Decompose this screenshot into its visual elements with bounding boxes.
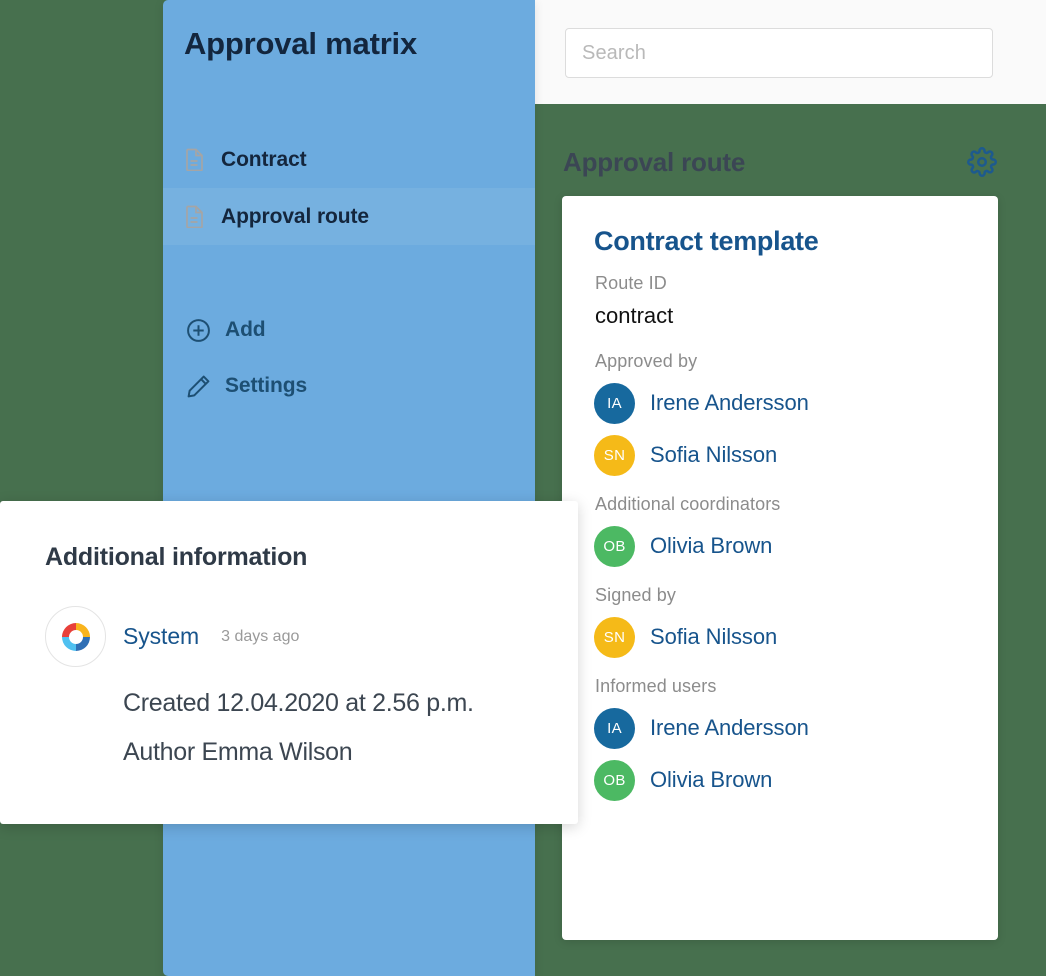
system-logo-icon	[45, 606, 106, 667]
sidebar-item-label: Contract	[221, 147, 307, 171]
info-line-author: Author Emma Wilson	[123, 738, 353, 766]
approval-route-card: Contract template Route ID contract Appr…	[562, 196, 998, 940]
timestamp: 3 days ago	[221, 627, 300, 645]
route-id-value: contract	[595, 303, 674, 328]
avatar: IA	[594, 707, 635, 749]
person-name: Olivia Brown	[650, 767, 773, 792]
search-header: Search	[535, 0, 1046, 104]
list-item[interactable]: SN Sofia Nilsson	[594, 429, 966, 481]
section-label-approved-by: Approved by	[595, 351, 698, 371]
list-item[interactable]: SN Sofia Nilsson	[594, 611, 966, 663]
sidebar-nav: Contract Approval route	[163, 131, 535, 245]
section-label-informed-users: Informed users	[595, 676, 717, 696]
info-card-title: Additional information	[45, 543, 308, 571]
app-title: Approval matrix	[184, 26, 418, 61]
document-icon	[186, 205, 204, 229]
search-placeholder: Search	[582, 41, 646, 64]
sidebar-item-contract[interactable]: Contract	[163, 131, 535, 188]
route-header: Approval route	[563, 141, 997, 183]
person-name: Irene Andersson	[650, 715, 809, 740]
gear-icon[interactable]	[967, 147, 997, 177]
system-author-name[interactable]: System	[123, 623, 199, 650]
sidebar: Approval matrix Contract Approval route …	[163, 0, 535, 976]
page-title: Approval route	[563, 146, 746, 177]
avatar: IA	[594, 382, 635, 424]
app-root: Search Approval route Contract template …	[0, 0, 1046, 976]
plus-circle-icon	[186, 318, 211, 343]
avatar: SN	[594, 616, 635, 658]
list-item[interactable]: IA Irene Andersson	[594, 702, 966, 754]
person-name: Olivia Brown	[650, 533, 773, 558]
sidebar-actions: Add Settings	[163, 302, 535, 414]
route-id-label: Route ID	[595, 273, 667, 293]
avatar: OB	[594, 759, 635, 801]
sidebar-item-label: Approval route	[221, 204, 369, 228]
pencil-icon	[186, 374, 211, 399]
info-line-created: Created 12.04.2020 at 2.56 p.m.	[123, 689, 474, 717]
settings-label: Settings	[225, 374, 308, 397]
add-button[interactable]: Add	[163, 302, 535, 358]
list-item[interactable]: OB Olivia Brown	[594, 754, 966, 806]
person-name: Sofia Nilsson	[650, 624, 778, 649]
section-label-additional-coordinators: Additional coordinators	[595, 494, 781, 514]
avatar: SN	[594, 434, 635, 476]
card-title: Contract template	[594, 226, 819, 256]
avatar: OB	[594, 525, 635, 567]
person-name: Sofia Nilsson	[650, 442, 778, 467]
section-label-signed-by: Signed by	[595, 585, 676, 605]
settings-button[interactable]: Settings	[163, 358, 535, 414]
info-author-row: System 3 days ago	[45, 606, 533, 667]
document-icon	[186, 148, 204, 172]
additional-information-card: Additional information System 3 days ago…	[0, 501, 578, 824]
list-item[interactable]: OB Olivia Brown	[594, 520, 966, 572]
add-label: Add	[225, 318, 266, 341]
list-item[interactable]: IA Irene Andersson	[594, 377, 966, 429]
sidebar-item-approval-route[interactable]: Approval route	[163, 188, 535, 245]
search-input[interactable]: Search	[565, 28, 993, 78]
person-name: Irene Andersson	[650, 390, 809, 415]
